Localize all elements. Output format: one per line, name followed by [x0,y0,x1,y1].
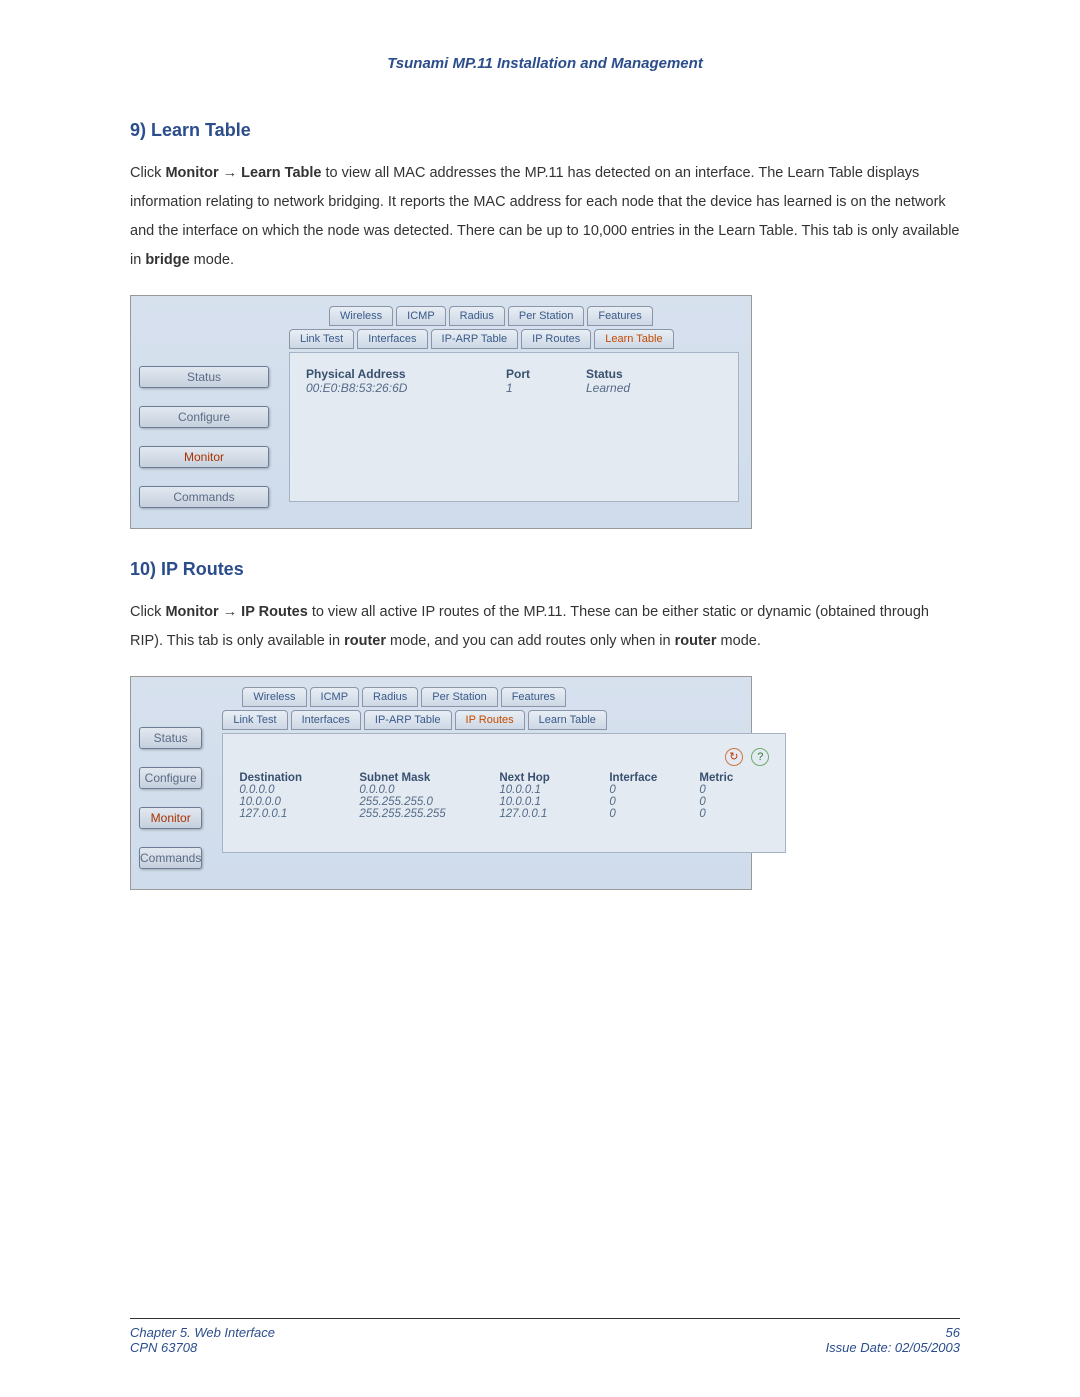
tab-ip-arp-table[interactable]: IP-ARP Table [364,710,452,730]
bold-bridge: bridge [145,252,189,268]
bold-ip-routes: IP Routes [241,604,308,620]
footer-doc-number: CPN 63708 [130,1340,275,1355]
nav-monitor[interactable]: Monitor [139,807,202,829]
col-physical-address: Physical Address [306,367,506,381]
tab-per-station[interactable]: Per Station [421,687,497,707]
cell: 10.0.0.1 [499,796,609,808]
tab-icmp[interactable]: ICMP [396,306,446,326]
col-metric: Metric [699,772,769,784]
tab-learn-table[interactable]: Learn Table [528,710,607,730]
cell: 0 [609,784,699,796]
footer-chapter: Chapter 5. Web Interface [130,1325,275,1340]
table-row: 127.0.0.1 255.255.255.255 127.0.0.1 0 0 [239,808,769,820]
cell: 0 [609,796,699,808]
section9-heading: 9) Learn Table [130,120,960,141]
tab-link-test[interactable]: Link Test [289,329,354,349]
help-icon[interactable]: ? [751,748,769,766]
nav-configure[interactable]: Configure [139,406,269,428]
col-subnet-mask: Subnet Mask [359,772,499,784]
tab-ip-arp-table[interactable]: IP-ARP Table [431,329,519,349]
tab-icmp[interactable]: ICMP [310,687,360,707]
cell: 0 [699,784,769,796]
nav-commands[interactable]: Commands [139,486,269,508]
bold-router: router [344,633,386,649]
arrow-icon: → [223,604,242,620]
arrow-icon: → [223,165,242,181]
col-port: Port [506,367,586,381]
section9-paragraph: Click Monitor → Learn Table to view all … [130,159,960,275]
text: Click [130,165,165,181]
screenshot-learn-table: Status Configure Monitor Commands Wirele… [130,295,752,529]
tab-features[interactable]: Features [587,306,652,326]
tab-wireless[interactable]: Wireless [329,306,393,326]
learn-table-panel: Physical Address Port Status 00:E0:B8:53… [289,352,739,502]
tab-wireless[interactable]: Wireless [242,687,306,707]
bold-router2: router [675,633,717,649]
cell: 127.0.0.1 [499,808,609,820]
bold-monitor: Monitor [165,604,218,620]
cell: 127.0.0.1 [239,808,359,820]
col-next-hop: Next Hop [499,772,609,784]
tab-learn-table[interactable]: Learn Table [594,329,673,349]
table-row: 0.0.0.0 0.0.0.0 10.0.0.1 0 0 [239,784,769,796]
tab-features[interactable]: Features [501,687,566,707]
cell: 0 [609,808,699,820]
doc-title: Tsunami MP.11 Installation and Managemen… [130,55,960,72]
nav-status[interactable]: Status [139,366,269,388]
cell: 255.255.255.255 [359,808,499,820]
col-destination: Destination [239,772,359,784]
text: mode. [194,252,234,268]
reload-icon[interactable]: ↻ [725,748,743,766]
cell-mac: 00:E0:B8:53:26:6D [306,381,506,395]
section10-paragraph: Click Monitor → IP Routes to view all ac… [130,598,960,656]
footer-issue-date: Issue Date: 02/05/2003 [826,1340,960,1355]
text: Click [130,604,165,620]
tab-link-test[interactable]: Link Test [222,710,287,730]
tab-row-top: Wireless ICMP Radius Per Station Feature… [289,306,739,326]
table-row: 00:E0:B8:53:26:6D 1 Learned [306,381,722,395]
bold-learn-table: Learn Table [241,165,321,181]
cell: 0 [699,808,769,820]
tab-ip-routes[interactable]: IP Routes [521,329,591,349]
cell-status: Learned [586,381,706,395]
page-footer: Chapter 5. Web Interface CPN 63708 56 Is… [130,1318,960,1355]
col-interface: Interface [609,772,699,784]
screenshot-ip-routes: Status Configure Monitor Commands Wirele… [130,676,752,890]
cell: 0 [699,796,769,808]
ip-routes-panel: ↻ ? Destination Subnet Mask Next Hop Int… [222,733,786,853]
footer-page-number: 56 [826,1325,960,1340]
tab-row-top: Wireless ICMP Radius Per Station Feature… [222,687,786,707]
cell: 0.0.0.0 [359,784,499,796]
tab-row-bottom: Link Test Interfaces IP-ARP Table IP Rou… [289,329,739,349]
text: mode. [721,633,761,649]
left-nav: Status Configure Monitor Commands [131,296,277,528]
bold-monitor: Monitor [165,165,218,181]
table-row: 10.0.0.0 255.255.255.0 10.0.0.1 0 0 [239,796,769,808]
cell-port: 1 [506,381,586,395]
cell: 255.255.255.0 [359,796,499,808]
tab-per-station[interactable]: Per Station [508,306,584,326]
tab-interfaces[interactable]: Interfaces [357,329,427,349]
nav-configure[interactable]: Configure [139,767,202,789]
cell: 10.0.0.0 [239,796,359,808]
nav-status[interactable]: Status [139,727,202,749]
nav-monitor[interactable]: Monitor [139,446,269,468]
left-nav: Status Configure Monitor Commands [131,677,210,889]
col-status: Status [586,367,706,381]
tab-radius[interactable]: Radius [449,306,505,326]
cell: 0.0.0.0 [239,784,359,796]
tab-row-bottom: Link Test Interfaces IP-ARP Table IP Rou… [222,710,786,730]
text: mode, and you can add routes only when i… [390,633,675,649]
cell: 10.0.0.1 [499,784,609,796]
tab-interfaces[interactable]: Interfaces [291,710,361,730]
section10-heading: 10) IP Routes [130,559,960,580]
tab-ip-routes[interactable]: IP Routes [455,710,525,730]
tab-radius[interactable]: Radius [362,687,418,707]
nav-commands[interactable]: Commands [139,847,202,869]
